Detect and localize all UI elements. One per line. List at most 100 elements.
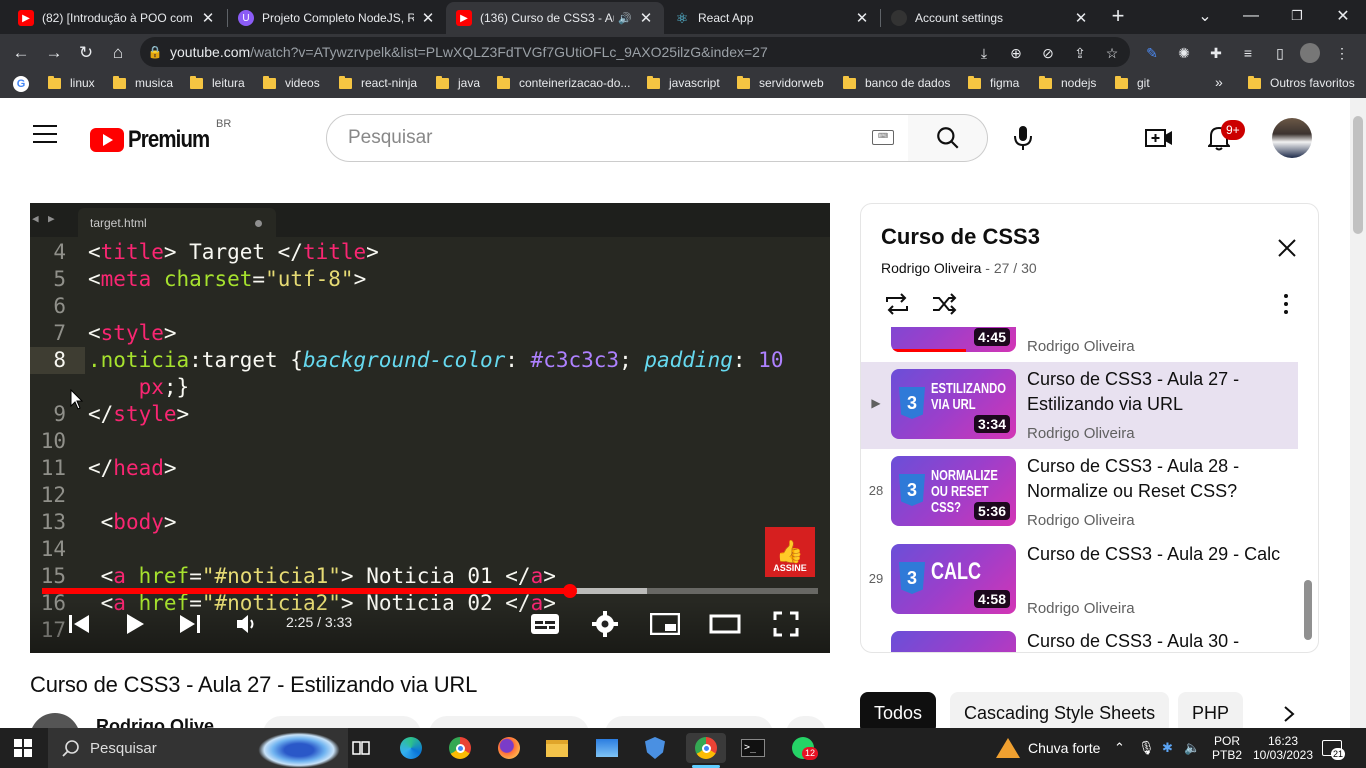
youtube-premium-logo[interactable]: Premium BR bbox=[90, 118, 231, 154]
file-explorer-icon[interactable] bbox=[540, 733, 574, 763]
search-input[interactable]: Pesquisar ⌨ bbox=[326, 114, 909, 162]
bookmark-folder[interactable]: nodejs bbox=[1039, 75, 1096, 90]
item-title[interactable]: Curso de CSS3 - Aula 30 - bbox=[1027, 629, 1287, 652]
bookmark-folder[interactable]: musica bbox=[113, 75, 173, 90]
fullscreen-icon[interactable] bbox=[770, 611, 802, 637]
other-bookmarks[interactable]: Outros favoritos bbox=[1248, 75, 1355, 90]
video-thumbnail[interactable]: 4:45 bbox=[891, 327, 1016, 352]
playlist-title[interactable]: Curso de CSS3 bbox=[881, 224, 1040, 250]
subtitles-icon[interactable] bbox=[529, 611, 561, 637]
new-tab-icon[interactable]: + bbox=[1098, 0, 1138, 32]
close-tab-icon[interactable]: ✕ bbox=[200, 9, 216, 27]
google-icon[interactable]: G bbox=[13, 76, 29, 92]
keyboard-icon[interactable]: ⌨ bbox=[872, 130, 894, 145]
video-player[interactable]: ◀ ▶ target.html 4 <title> Target </title>… bbox=[30, 203, 830, 653]
miniplayer-icon[interactable] bbox=[649, 611, 681, 637]
browser-tab-3-active[interactable]: ▶ (136) Curso de CSS3 - Au 🔊 ✕ bbox=[446, 2, 664, 34]
home-icon[interactable]: ⌂ bbox=[107, 42, 129, 64]
progress-bar[interactable] bbox=[42, 584, 818, 598]
bluetooth-icon[interactable]: ✱ bbox=[1162, 728, 1173, 768]
playlist-owner[interactable]: Rodrigo Oliveira bbox=[881, 260, 981, 276]
user-avatar[interactable] bbox=[1272, 118, 1312, 158]
item-title[interactable]: Curso de CSS3 - Aula 28 - Normalize ou R… bbox=[1027, 454, 1287, 504]
restore-icon[interactable]: ❐ bbox=[1274, 0, 1320, 32]
previous-icon[interactable] bbox=[64, 611, 94, 637]
close-tab-icon[interactable]: ✕ bbox=[1073, 9, 1089, 27]
close-tab-icon[interactable]: ✕ bbox=[420, 9, 436, 27]
extension-bug-icon[interactable]: ✺ bbox=[1174, 43, 1194, 63]
playlist-item-current[interactable]: ▶ 3 Estilizando via URL 3:34 Curso de CSS3… bbox=[861, 362, 1298, 449]
playlist-item[interactable]: 28 3 Normalize ou Reset CSS? 5:36 Curso de… bbox=[861, 449, 1298, 536]
create-video-icon[interactable] bbox=[1141, 120, 1177, 156]
extensions-puzzle-icon[interactable]: ✚ bbox=[1206, 43, 1226, 63]
taskbar-search[interactable]: Pesquisar bbox=[48, 728, 348, 768]
bookmark-folder[interactable]: java bbox=[436, 75, 480, 90]
settings-gear-icon[interactable] bbox=[589, 611, 621, 637]
browser-tab-4[interactable]: ⚛ React App ✕ bbox=[664, 2, 880, 34]
extension-pen-icon[interactable]: ✎ bbox=[1142, 43, 1162, 63]
bookmark-star-icon[interactable]: ☆ bbox=[1102, 43, 1122, 63]
install-app-icon[interactable]: ⤓ bbox=[974, 43, 994, 63]
page-scrollbar[interactable] bbox=[1350, 98, 1366, 728]
bookmark-folder[interactable]: leitura bbox=[190, 75, 245, 90]
input-language[interactable]: POR PTB2 bbox=[1212, 728, 1242, 768]
bookmark-folder[interactable]: linux bbox=[48, 75, 95, 90]
hamburger-menu-icon[interactable] bbox=[33, 125, 57, 145]
audio-playing-icon[interactable]: 🔊 bbox=[618, 12, 632, 25]
video-thumbnail[interactable]: 3 Estilizando via URL 3:34 bbox=[891, 369, 1016, 439]
playlist-item[interactable]: 29 3 Calc 4:58 Curso de CSS3 - Aula 29 - C… bbox=[861, 537, 1298, 624]
edge-icon[interactable] bbox=[394, 733, 428, 763]
side-panel-icon[interactable]: ▯ bbox=[1270, 43, 1290, 63]
item-title[interactable]: Curso de CSS3 - Aula 27 - Estilizando vi… bbox=[1027, 367, 1287, 417]
terminal-icon[interactable]: >_ bbox=[736, 733, 770, 763]
subscribe-watermark[interactable]: 👍 ASSINE bbox=[765, 527, 815, 577]
window-close-icon[interactable]: ✕ bbox=[1320, 0, 1366, 32]
volume-tray-icon[interactable]: 🔈 bbox=[1184, 728, 1200, 768]
shuffle-playlist-icon[interactable] bbox=[931, 292, 959, 316]
clock[interactable]: 16:23 10/03/2023 bbox=[1253, 728, 1313, 768]
playlist-scrollbar[interactable] bbox=[1304, 580, 1312, 640]
microphone-icon[interactable] bbox=[1005, 120, 1041, 156]
loop-playlist-icon[interactable] bbox=[883, 292, 911, 316]
close-tab-icon[interactable]: ✕ bbox=[854, 9, 870, 27]
chrome-icon[interactable] bbox=[443, 733, 477, 763]
show-hidden-icons-icon[interactable]: ⌃ bbox=[1114, 728, 1125, 768]
microphone-tray-icon[interactable]: 🎙 bbox=[1138, 728, 1155, 768]
chevron-right-icon[interactable] bbox=[1282, 705, 1296, 723]
vpn-shield-icon[interactable] bbox=[638, 733, 672, 763]
bookmark-folder[interactable]: videos bbox=[263, 75, 320, 90]
video-thumbnail[interactable]: 3 Normalize ou Reset CSS? 5:36 bbox=[891, 456, 1016, 526]
firefox-icon[interactable] bbox=[492, 733, 526, 763]
bookmark-folder[interactable]: javascript bbox=[647, 75, 720, 90]
photos-icon[interactable] bbox=[590, 733, 624, 763]
more-options-icon[interactable] bbox=[1281, 292, 1291, 316]
play-icon[interactable] bbox=[120, 611, 150, 637]
chrome-menu-icon[interactable]: ⋮ bbox=[1332, 43, 1352, 63]
bookmark-folder[interactable]: conteinerizacao-do... bbox=[497, 75, 630, 90]
playlist-item[interactable]: Curso de CSS3 - Aula 30 - bbox=[861, 624, 1298, 652]
windows-start-icon[interactable] bbox=[14, 739, 32, 757]
video-thumbnail[interactable]: 3 Calc 4:58 bbox=[891, 544, 1016, 614]
media-controls-icon[interactable]: ≡ bbox=[1238, 43, 1258, 63]
browser-tab-5[interactable]: Account settings ✕ bbox=[881, 2, 1099, 34]
task-view-icon[interactable] bbox=[344, 733, 378, 763]
whatsapp-icon[interactable]: 12 bbox=[786, 733, 820, 763]
hide-eye-icon[interactable]: ⊘ bbox=[1038, 43, 1058, 63]
forward-icon[interactable]: → bbox=[43, 42, 65, 64]
profile-avatar[interactable] bbox=[1300, 43, 1320, 63]
bookmark-folder[interactable]: git bbox=[1115, 75, 1150, 90]
chrome-active-icon[interactable] bbox=[686, 733, 726, 763]
tab-search-icon[interactable]: ⌄ bbox=[1182, 0, 1228, 32]
more-bookmarks-chevron[interactable]: » bbox=[1215, 74, 1223, 90]
back-icon[interactable]: ← bbox=[10, 42, 32, 64]
bookmark-folder[interactable]: banco de dados bbox=[843, 75, 950, 90]
zoom-icon[interactable]: ⊕ bbox=[1006, 43, 1026, 63]
browser-tab-2[interactable]: U Projeto Completo NodeJS, Re ✕ bbox=[228, 2, 446, 34]
bookmark-folder[interactable]: servidorweb bbox=[737, 75, 824, 90]
share-icon[interactable]: ⇪ bbox=[1070, 43, 1090, 63]
item-title[interactable]: Curso de CSS3 - Aula 29 - Calc bbox=[1027, 542, 1287, 567]
playlist-item[interactable]: 4:45 Rodrigo Oliveira bbox=[861, 327, 1298, 362]
bookmark-folder[interactable]: react-ninja bbox=[339, 75, 417, 90]
close-playlist-icon[interactable] bbox=[1277, 238, 1297, 258]
weather-widget[interactable]: Chuva forte bbox=[996, 728, 1100, 768]
